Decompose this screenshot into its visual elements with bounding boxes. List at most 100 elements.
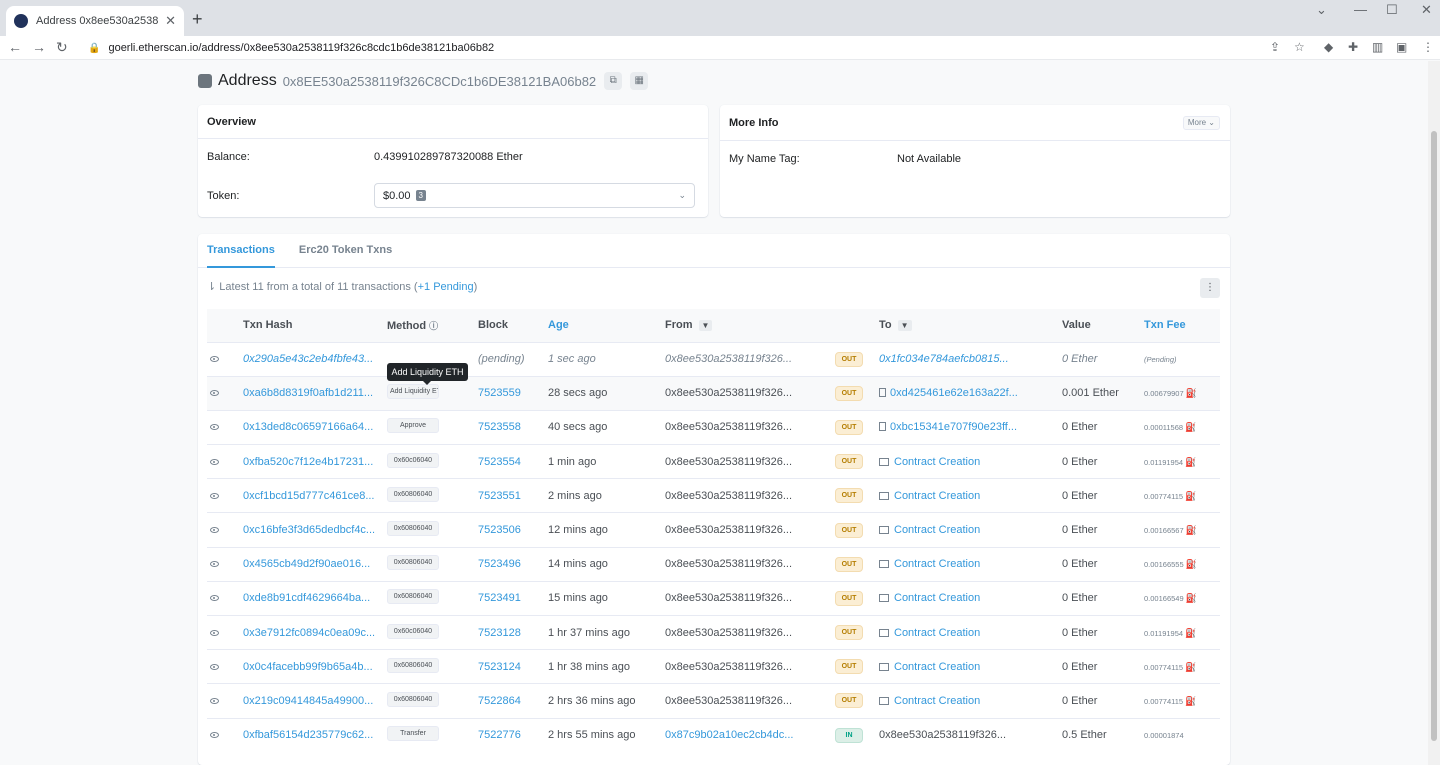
block-link[interactable]: 7523128 xyxy=(478,627,521,639)
to-address[interactable]: Contract Creation xyxy=(894,695,980,707)
scrollbar-thumb[interactable] xyxy=(1431,131,1437,741)
gas-icon[interactable]: ⛽ xyxy=(1185,491,1196,502)
tab-search-icon[interactable]: ⌄ xyxy=(1316,2,1327,18)
txn-hash-link[interactable]: 0xa6b8d8319f0afb1d211... xyxy=(243,387,373,399)
bookmark-star-icon[interactable]: ☆ xyxy=(1294,40,1305,54)
share-icon[interactable]: ⇪ xyxy=(1270,40,1280,54)
to-address[interactable]: Contract Creation xyxy=(894,627,980,639)
to-address[interactable]: 0x1fc034e784aefcb0815... xyxy=(879,353,1009,365)
lock-icon[interactable]: 🔒 xyxy=(88,43,100,54)
eye-icon[interactable] xyxy=(210,663,219,670)
block-link[interactable]: 7523554 xyxy=(478,456,521,468)
close-window-icon[interactable]: ✕ xyxy=(1421,2,1432,18)
txn-hash-link[interactable]: 0x219c09414845a49900... xyxy=(243,695,373,707)
eye-icon[interactable] xyxy=(210,424,219,431)
col-age[interactable]: Age xyxy=(548,309,665,342)
extensions-puzzle-icon[interactable]: ✚ xyxy=(1348,40,1358,54)
block-link[interactable]: 7523496 xyxy=(478,558,521,570)
method-badge[interactable]: Approve xyxy=(387,418,439,434)
to-address[interactable]: Contract Creation xyxy=(894,661,980,673)
method-badge[interactable]: 0x60806040 xyxy=(387,657,439,673)
txn-hash-link[interactable]: 0x4565cb49d2f90ae016... xyxy=(243,558,370,570)
gas-icon[interactable]: ⛽ xyxy=(1186,388,1197,399)
reload-icon[interactable]: ↻ xyxy=(56,39,68,56)
gas-icon[interactable]: ⛽ xyxy=(1185,662,1196,673)
block-link[interactable]: 7523491 xyxy=(478,592,521,604)
qr-code-icon[interactable]: ▦ xyxy=(630,72,649,90)
method-badge[interactable]: 0x60c06040 xyxy=(387,623,439,639)
gas-icon[interactable]: ⛽ xyxy=(1185,696,1196,707)
method-badge[interactable]: 0x60806040 xyxy=(387,589,439,605)
block-link[interactable]: 7523124 xyxy=(478,661,521,673)
filter-from-icon[interactable]: ▼ xyxy=(698,320,713,332)
options-kebab-button[interactable]: ⋮ xyxy=(1200,278,1220,298)
token-dropdown[interactable]: $0.00 3 ⌄ xyxy=(374,183,695,208)
col-txn-fee[interactable]: Txn Fee xyxy=(1144,309,1220,342)
info-icon[interactable]: ⓘ xyxy=(429,321,438,331)
metamask-extension-icon[interactable]: ◆ xyxy=(1324,40,1333,54)
method-badge[interactable]: Add Liquidity ET... xyxy=(387,384,439,400)
tab-transactions[interactable]: Transactions xyxy=(207,234,275,268)
new-tab-button[interactable]: + xyxy=(192,9,203,30)
copy-icon[interactable]: ⧉ xyxy=(604,72,623,90)
txn-hash-link[interactable]: 0xfba520c7f12e4b17231... xyxy=(243,456,373,468)
page-scrollbar[interactable] xyxy=(1428,61,1440,765)
eye-icon[interactable] xyxy=(210,492,219,499)
maximize-icon[interactable]: ☐ xyxy=(1386,2,1398,18)
txn-hash-link[interactable]: 0x3e7912fc0894c0ea09c... xyxy=(243,627,375,639)
to-address[interactable]: Contract Creation xyxy=(894,490,980,502)
txn-hash-link[interactable]: 0x13ded8c06597166a64... xyxy=(243,421,373,433)
method-badge[interactable]: 0x60806040 xyxy=(387,555,439,571)
address-bar[interactable]: 🔒 goerli.etherscan.io/address/0x8ee530a2… xyxy=(80,37,1260,59)
method-badge[interactable]: 0x60c06040 xyxy=(387,452,439,468)
more-button[interactable]: More ⌄ xyxy=(1182,116,1220,130)
eye-icon[interactable] xyxy=(210,595,219,602)
txn-hash-link[interactable]: 0xfbaf56154d235779c62... xyxy=(243,729,373,741)
block-link[interactable]: 7523559 xyxy=(478,387,521,399)
to-address[interactable]: 0xbc15341e707f90e23ff... xyxy=(890,421,1017,433)
txn-hash-link[interactable]: 0x0c4facebb99f9b65a4b... xyxy=(243,661,373,673)
txn-hash-link[interactable]: 0xcf1bcd15d777c461ce8... xyxy=(243,490,375,502)
block-link[interactable]: 7523551 xyxy=(478,490,521,502)
gas-icon[interactable]: ⛽ xyxy=(1185,457,1196,468)
eye-icon[interactable] xyxy=(210,356,219,363)
method-badge[interactable]: 0x60806040 xyxy=(387,691,439,707)
filter-to-icon[interactable]: ▼ xyxy=(897,320,912,332)
forward-icon[interactable]: → xyxy=(32,39,46,55)
block-link[interactable]: 7522864 xyxy=(478,695,521,707)
eye-icon[interactable] xyxy=(210,732,219,739)
sidebar-icon[interactable]: ▥ xyxy=(1372,40,1383,54)
method-badge[interactable]: 0x60806040 xyxy=(387,521,439,537)
gas-icon[interactable]: ⛽ xyxy=(1186,525,1197,536)
eye-icon[interactable] xyxy=(210,390,219,397)
gas-icon[interactable]: ⛽ xyxy=(1185,628,1196,639)
eye-icon[interactable] xyxy=(210,561,219,568)
to-address[interactable]: Contract Creation xyxy=(894,524,980,536)
gas-icon[interactable]: ⛽ xyxy=(1186,559,1197,570)
eye-icon[interactable] xyxy=(210,629,219,636)
to-address[interactable]: 0xd425461e62e163a22f... xyxy=(890,387,1018,399)
eye-icon[interactable] xyxy=(210,527,219,534)
method-badge[interactable]: 0x60806040 xyxy=(387,486,439,502)
to-address[interactable]: Contract Creation xyxy=(894,456,980,468)
gas-icon[interactable]: ⛽ xyxy=(1185,422,1196,433)
gas-icon[interactable]: ⛽ xyxy=(1186,593,1197,604)
block-link[interactable]: 7522776 xyxy=(478,729,521,741)
tab-erc20-token-txns[interactable]: Erc20 Token Txns xyxy=(299,234,392,268)
to-address[interactable]: Contract Creation xyxy=(894,592,980,604)
block-link[interactable]: 7523558 xyxy=(478,421,521,433)
txn-hash-link[interactable]: 0x290a5e43c2eb4fbfe43... xyxy=(243,353,373,365)
eye-icon[interactable] xyxy=(210,458,219,465)
profile-icon[interactable]: ▣ xyxy=(1396,40,1407,54)
to-address[interactable]: Contract Creation xyxy=(894,558,980,570)
txn-hash-link[interactable]: 0xde8b91cdf4629664ba... xyxy=(243,592,370,604)
txn-hash-link[interactable]: 0xc16bfe3f3d65dedbcf4c... xyxy=(243,524,375,536)
from-address[interactable]: 0x87c9b02a10ec2cb4dc... xyxy=(665,729,793,741)
block-link[interactable]: 7523506 xyxy=(478,524,521,536)
pending-link[interactable]: +1 Pending xyxy=(418,281,474,293)
menu-icon[interactable]: ⋮ xyxy=(1422,40,1434,54)
back-icon[interactable]: ← xyxy=(8,39,22,55)
close-tab-icon[interactable]: ✕ xyxy=(165,13,176,29)
minimize-icon[interactable]: — xyxy=(1354,2,1367,17)
eye-icon[interactable] xyxy=(210,697,219,704)
